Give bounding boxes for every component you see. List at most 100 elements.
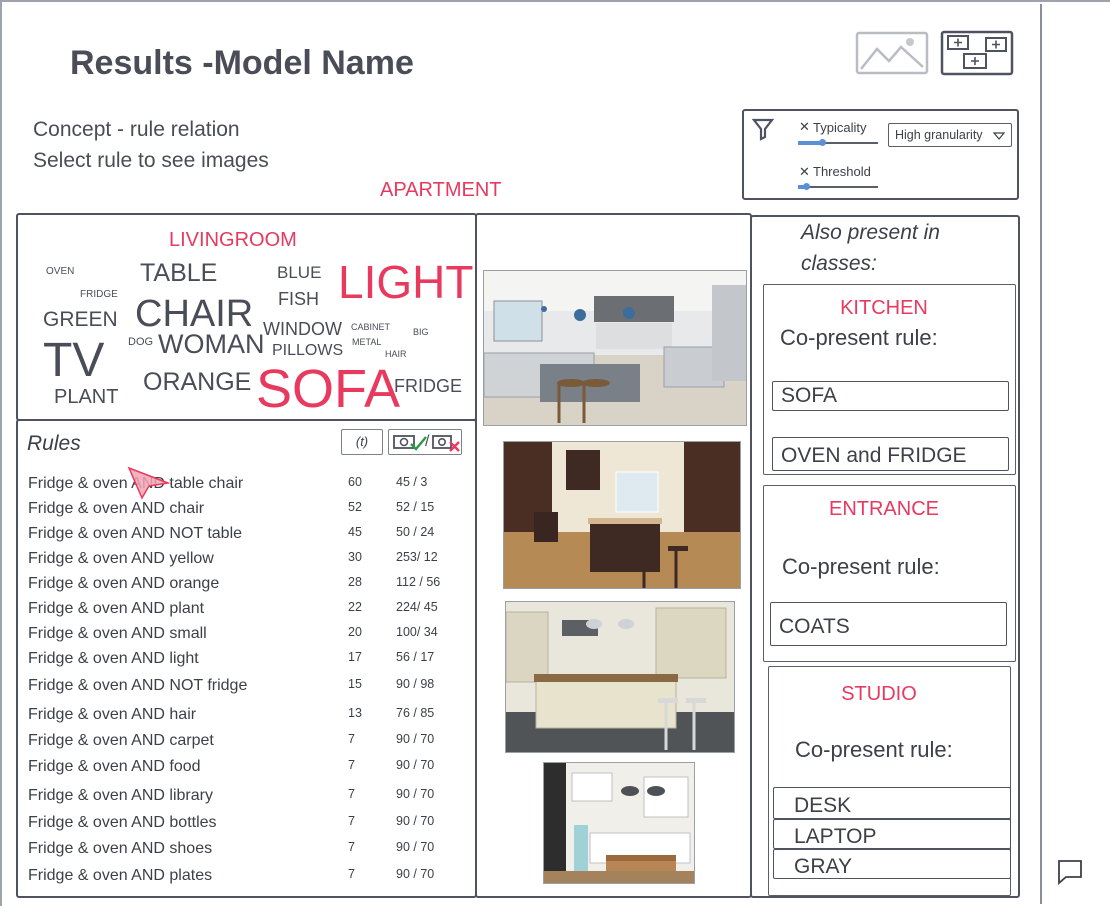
threshold-slider[interactable]	[798, 183, 878, 191]
rule-row[interactable]: Fridge & oven AND orange 28 112 / 56	[18, 575, 478, 597]
wordcloud-word[interactable]: METAL	[352, 338, 381, 347]
wordcloud-word[interactable]: WINDOW	[263, 320, 342, 338]
wordcloud-panel: LIVINGROOM OVEN FRIDGE GREEN TABLE CHAIR…	[16, 213, 477, 421]
co-present-rule[interactable]: COATS	[770, 602, 1007, 646]
co-present-rule[interactable]: SOFA	[772, 381, 1009, 411]
rule-text: Fridge & oven AND yellow	[28, 550, 214, 567]
co-present-label: Co-present rule:	[780, 325, 938, 350]
class-card-entrance[interactable]: ENTRANCE Co-present rule: COATS	[763, 485, 1016, 662]
rule-row[interactable]: Fridge & oven AND library 7 90 / 70	[18, 787, 478, 809]
wordcloud-word[interactable]: TV	[43, 337, 104, 385]
filter-button[interactable]	[751, 117, 775, 141]
rule-ratio: 50 / 24	[396, 525, 435, 539]
mouse-cursor	[126, 466, 174, 500]
class-title-entrance: ENTRANCE	[828, 498, 939, 520]
rule-count: 60	[348, 475, 362, 489]
rule-text: Fridge & oven AND small	[28, 625, 207, 642]
co-present-rule[interactable]: DESK	[773, 787, 1011, 819]
rule-ratio: 45 / 3	[396, 475, 428, 489]
rule-count: 20	[348, 625, 362, 639]
layout-grid-button[interactable]	[940, 30, 1014, 76]
wordcloud-word[interactable]: BLUE	[277, 264, 321, 281]
image-view-button[interactable]	[855, 31, 929, 75]
wordcloud-word[interactable]: OVEN	[46, 267, 74, 277]
wordcloud-word[interactable]: GREEN	[43, 309, 118, 330]
images-panel	[475, 213, 752, 898]
rule-ratio: 253/ 12	[396, 550, 438, 564]
rule-ratio: 90 / 70	[396, 867, 435, 881]
rule-text: Fridge & oven AND carpet	[28, 732, 214, 749]
wordcloud-word[interactable]: HAIR	[385, 350, 407, 359]
rule-row[interactable]: Fridge & oven AND small 20 100/ 34	[18, 625, 478, 647]
wordcloud-word[interactable]: FRIDGE	[394, 377, 462, 395]
rule-row[interactable]: Fridge & oven AND carpet 7 90 / 70	[18, 732, 478, 754]
co-present-rule[interactable]: GRAY	[773, 849, 1011, 879]
rule-row[interactable]: Fridge & oven AND shoes 7 90 / 70	[18, 840, 478, 862]
granularity-dropdown[interactable]: High granularity	[888, 123, 1012, 147]
rule-row[interactable]: Fridge & oven AND light 17 56 / 17	[18, 650, 478, 672]
wordcloud-word[interactable]: TABLE	[140, 261, 217, 286]
rule-ratio: 224/ 45	[396, 600, 438, 614]
rule-row[interactable]: Fridge & oven AND plates 7 90 / 70	[18, 867, 478, 889]
also-present-title-line2: classes:	[801, 252, 877, 275]
rule-row[interactable]: Fridge & oven AND food 7 90 / 70	[18, 758, 478, 780]
rule-count: 7	[348, 758, 355, 772]
filters-panel: ✕ Typicality High granularity ✕ Threshol…	[742, 109, 1019, 200]
rule-row[interactable]: Fridge & oven AND bottles 7 90 / 70	[18, 814, 478, 836]
rule-row[interactable]: Fridge & oven AND chair 52 52 / 15	[18, 500, 478, 522]
class-card-studio[interactable]: STUDIO Co-present rule: DESK LAPTOP GRAY	[768, 666, 1011, 896]
rule-text: Fridge & oven AND light	[28, 650, 199, 667]
typicality-slider[interactable]	[798, 139, 878, 147]
kitchen-photo	[506, 602, 734, 752]
rule-row[interactable]: Fridge & oven AND NOT fridge 15 90 / 98	[18, 677, 478, 699]
wordcloud-word[interactable]: WOMAN	[158, 331, 264, 358]
rule-row[interactable]: Fridge & oven AND yellow 30 253/ 12	[18, 550, 478, 572]
wordcloud-word[interactable]: CHAIR	[135, 295, 253, 333]
wordcloud-word[interactable]: PLANT	[54, 387, 118, 407]
rule-count: 7	[348, 814, 355, 828]
result-image[interactable]	[503, 441, 741, 589]
concept-title: APARTMENT	[380, 179, 502, 201]
rule-count: 7	[348, 840, 355, 854]
result-image[interactable]	[483, 270, 747, 426]
wordcloud-word[interactable]: DOG	[128, 337, 153, 348]
wordcloud-word[interactable]: PILLOWS	[272, 343, 343, 359]
wordcloud-word[interactable]: ORANGE	[143, 370, 251, 395]
rule-text: Fridge & oven AND orange	[28, 575, 220, 592]
wordcloud-word[interactable]: FISH	[278, 290, 319, 308]
wordcloud-title: LIVINGROOM	[169, 229, 297, 251]
typicality-slider-knob[interactable]	[819, 139, 826, 146]
rule-row[interactable]: Fridge & oven AND table chair6045 / 3	[18, 475, 478, 497]
rule-count: 30	[348, 550, 362, 564]
granularity-value: High granularity	[895, 128, 983, 142]
kitchen-photo	[504, 442, 740, 588]
image-icon	[855, 31, 929, 75]
result-image[interactable]	[505, 601, 735, 753]
layout-grid-icon	[940, 30, 1014, 76]
cursor-arrow-icon	[127, 466, 171, 500]
co-present-label: Co-present rule:	[795, 737, 953, 762]
rule-ratio: 56 / 17	[396, 650, 435, 664]
threshold-slider-knob[interactable]	[803, 183, 810, 190]
co-present-rule[interactable]: OVEN and FRIDGE	[772, 437, 1009, 471]
rule-text: Fridge & oven AND plant	[28, 600, 205, 617]
rule-row[interactable]: Fridge & oven AND NOT table 45 50 / 24	[18, 525, 478, 547]
rule-row[interactable]: Fridge & oven AND hair 13 76 / 85	[18, 706, 478, 728]
rule-count: 52	[348, 500, 362, 514]
rule-count: 22	[348, 600, 362, 614]
wordcloud-word[interactable]: FRIDGE	[80, 290, 118, 300]
class-card-kitchen[interactable]: KITCHEN Co-present rule: SOFA OVEN and F…	[763, 284, 1016, 475]
wordcloud-word[interactable]: CABINET	[351, 323, 390, 332]
page-title: Results -Model Name	[70, 44, 414, 82]
wordcloud-word[interactable]: SOFA	[256, 362, 400, 416]
wordcloud-word[interactable]: BIG	[413, 328, 429, 337]
typicality-label: Typicality	[813, 120, 867, 135]
threshold-remove-button[interactable]: ✕	[799, 164, 810, 180]
kitchen-photo	[484, 271, 746, 425]
wordcloud-word[interactable]: LIGHT	[338, 259, 473, 305]
typicality-remove-button[interactable]: ✕	[799, 119, 810, 135]
comment-button[interactable]	[1056, 858, 1084, 886]
result-image[interactable]	[543, 762, 695, 884]
rule-row[interactable]: Fridge & oven AND plant 22 224/ 45	[18, 600, 478, 622]
co-present-rule[interactable]: LAPTOP	[773, 819, 1011, 849]
